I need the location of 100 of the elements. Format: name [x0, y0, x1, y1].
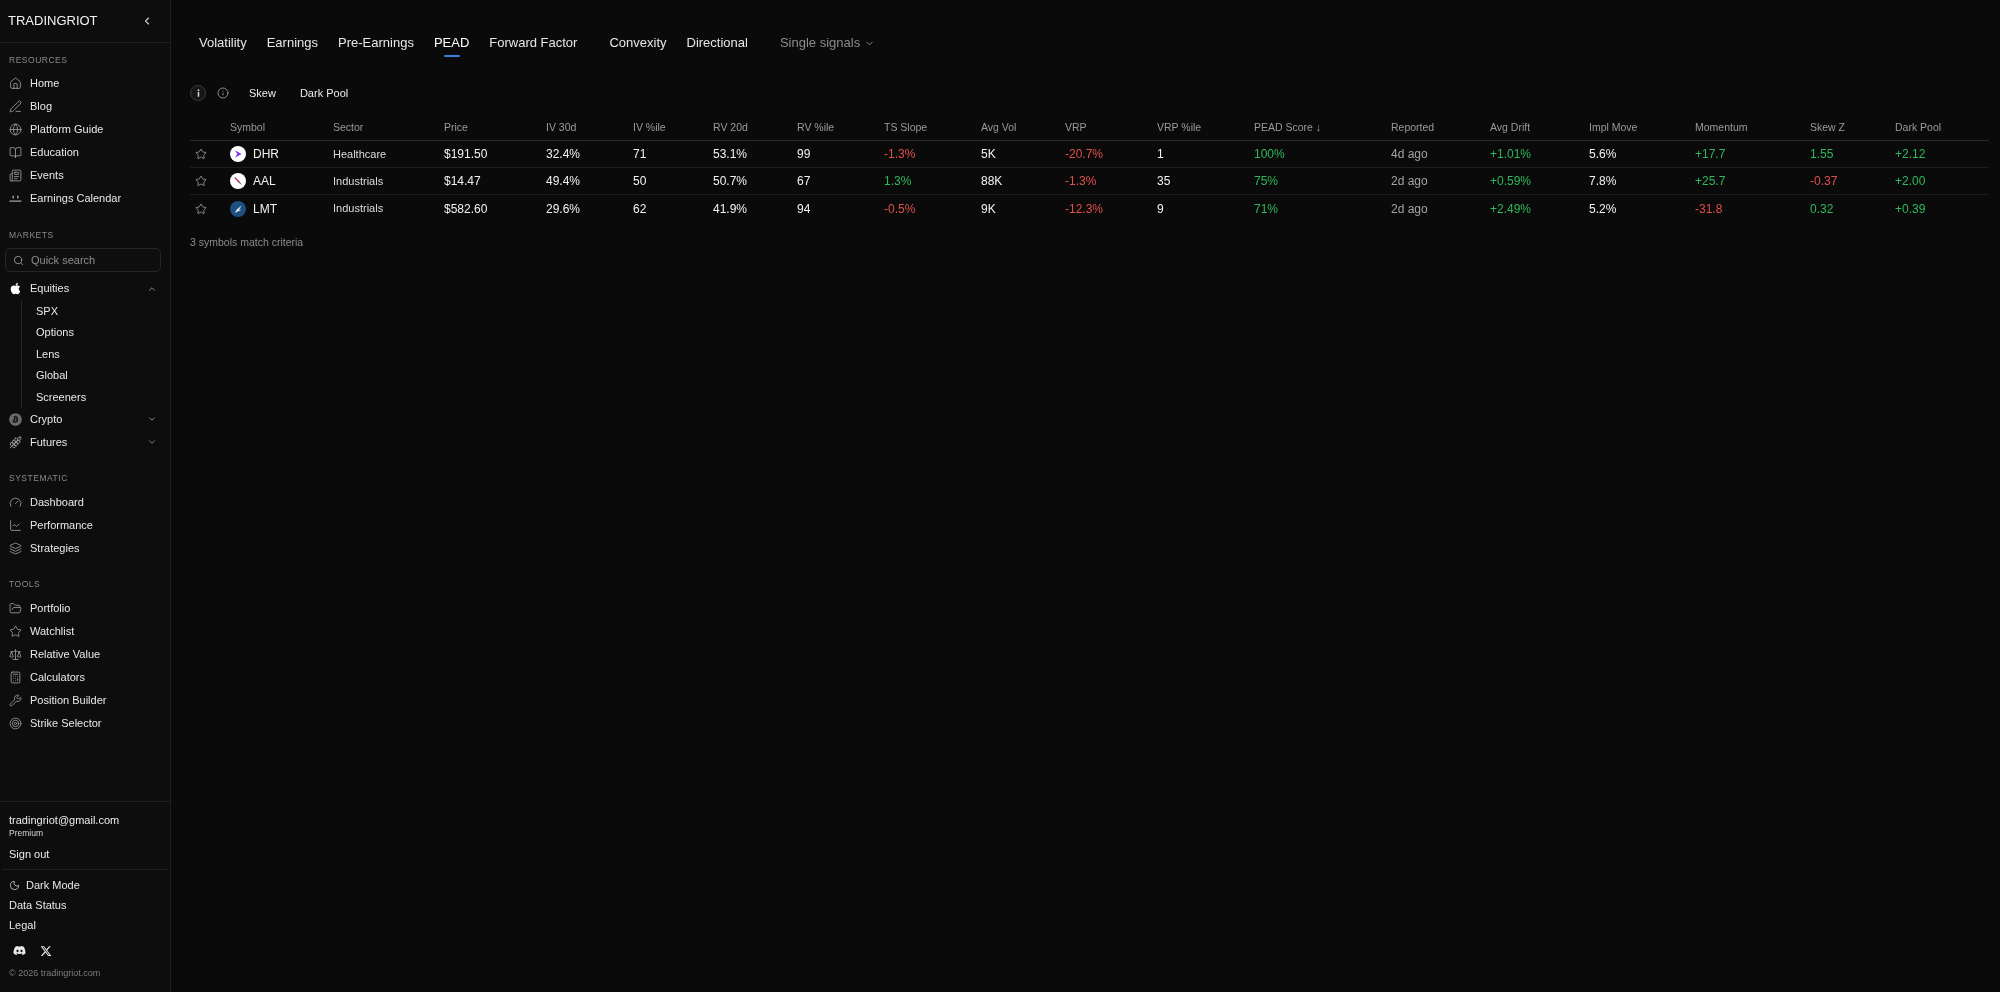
table-cell-text: +2.49% [1490, 200, 1533, 218]
table-cell-text: -12.3% [1065, 200, 1105, 218]
sidebar-item[interactable]: Portfolio [0, 596, 170, 620]
section-heading: TOOLS [9, 578, 41, 591]
sidebar-item[interactable]: Crypto [0, 407, 170, 431]
table-cell-text: 1.3% [884, 173, 913, 190]
sidebar-item[interactable]: Strike Selector [0, 711, 170, 735]
sidebar-item[interactable]: Position Builder [0, 688, 170, 712]
sidebar-item[interactable]: Blog [0, 95, 170, 118]
table-cell-text: +17.7 [1695, 146, 1727, 163]
sidebar-item[interactable]: Events [0, 164, 170, 187]
star-icon[interactable] [195, 148, 207, 160]
plan-label: Premium [9, 827, 44, 839]
sidebar-item[interactable]: Earnings Calendar [0, 187, 170, 210]
table-cell-text: 29.6% [546, 200, 582, 218]
column-header[interactable]: Avg Drift [1490, 119, 1589, 136]
table-cell-text: 5K [981, 146, 997, 163]
footer-link[interactable]: Legal [9, 915, 36, 935]
sidebar-item[interactable]: Strategies [0, 536, 170, 560]
table-cell-text: 99 [797, 146, 812, 163]
table-cell-text: 1 [1157, 146, 1165, 163]
ticker-symbol[interactable]: LMT [253, 199, 277, 218]
column-header[interactable]: VRP [1065, 119, 1157, 136]
apple-icon [9, 282, 22, 295]
table-cell-text: 1.55 [1810, 146, 1835, 163]
tab[interactable]: Volatility [199, 35, 247, 57]
sidebar-subitem[interactable]: Screeners [22, 386, 170, 408]
house-icon [9, 77, 22, 90]
column-header[interactable]: IV %ile [633, 119, 713, 136]
ticker-symbol[interactable]: AAL [253, 172, 276, 190]
table-cell-text: 41.9% [713, 200, 749, 218]
table-cell-text: 5.2% [1589, 200, 1618, 218]
table-cell-text: 2d ago [1391, 200, 1429, 218]
sidebar-subitem[interactable]: Global [22, 364, 170, 386]
column-header[interactable]: Skew Z [1810, 119, 1895, 136]
filter-button[interactable]: Dark Pool [287, 83, 361, 103]
info-button[interactable] [190, 85, 206, 101]
column-header[interactable]: Dark Pool [1895, 119, 1989, 136]
star-icon[interactable] [195, 175, 207, 187]
sidebar-item[interactable]: Equities [0, 277, 170, 300]
account-email: tradingriot@gmail.com [9, 813, 121, 827]
footer-link[interactable]: Dark Mode [9, 875, 80, 895]
search-field[interactable]: Quick search [5, 248, 161, 272]
sidebar-item[interactable]: Calculators [0, 665, 170, 689]
table-cell-text: -31.8 [1695, 200, 1724, 218]
table-cell-text: 32.4% [546, 146, 582, 163]
column-header[interactable]: Reported [1391, 119, 1490, 136]
sign-out-link[interactable]: Sign out [9, 846, 50, 862]
table-cell-text: 50.7% [713, 173, 749, 190]
discord-icon[interactable] [13, 944, 26, 957]
table-cell-text: $14.47 [444, 173, 482, 190]
table-cell-text: 71 [633, 146, 648, 163]
folder-icon [9, 601, 22, 615]
result-count-note: 3 symbols match criteria [190, 235, 305, 249]
column-header[interactable]: VRP %ile [1157, 119, 1254, 136]
tab[interactable]: Pre-Earnings [338, 35, 414, 57]
sidebar-subitem[interactable]: Lens [22, 343, 170, 365]
table-cell-text: +2.00 [1895, 173, 1927, 190]
column-header[interactable]: Symbol [230, 119, 333, 136]
filter-button[interactable]: Skew [237, 83, 288, 103]
tab[interactable]: Forward Factor [489, 35, 578, 57]
column-header[interactable]: RV %ile [797, 119, 884, 136]
column-header[interactable]: RV 20d [713, 119, 797, 136]
column-header[interactable]: Momentum [1695, 119, 1810, 136]
column-header[interactable]: TS Slope [884, 119, 981, 136]
logo-icon [230, 146, 246, 162]
table-cell-text: 50 [633, 173, 648, 190]
table-cell-text: 75% [1254, 173, 1280, 190]
sidebar-item[interactable]: Performance [0, 513, 170, 537]
sidebar-item[interactable]: Dashboard [0, 490, 170, 514]
ticks-line-icon [9, 195, 22, 202]
sidebar-item[interactable]: Futures [0, 430, 170, 454]
moon-icon [9, 879, 20, 891]
sidebar-item[interactable]: Education [0, 141, 170, 164]
column-header[interactable]: PEAD Score ↓ [1254, 119, 1391, 136]
x-logo-icon[interactable] [40, 944, 52, 957]
logo-icon [230, 173, 246, 189]
table-cell-text: +0.59% [1490, 173, 1533, 190]
sidebar-subitem[interactable]: SPX [22, 300, 170, 322]
column-header[interactable]: IV 30d [546, 119, 633, 136]
ticker-symbol[interactable]: DHR [253, 145, 279, 163]
column-header[interactable]: Sector [333, 119, 444, 136]
wheat-icon [9, 435, 22, 449]
sidebar-subitem[interactable]: Options [22, 321, 170, 343]
tab[interactable]: Directional [686, 35, 748, 57]
footer-link[interactable]: Data Status [9, 895, 67, 915]
star-icon[interactable] [195, 202, 207, 215]
tab[interactable]: Convexity [609, 35, 667, 57]
tab[interactable]: PEAD [433, 35, 470, 57]
info-icon[interactable] [217, 87, 229, 99]
sidebar-item[interactable]: Relative Value [0, 642, 170, 666]
table-cell-text: 35 [1157, 173, 1172, 190]
sidebar-item[interactable]: Platform Guide [0, 118, 170, 141]
sidebar-item[interactable]: Home [0, 72, 170, 95]
column-header[interactable]: Avg Vol [981, 119, 1065, 136]
tab[interactable]: Earnings [266, 35, 318, 57]
column-header[interactable]: Price [444, 119, 546, 136]
column-header[interactable]: Impl Move [1589, 119, 1695, 136]
sidebar-item[interactable]: Watchlist [0, 619, 170, 643]
signals-dropdown[interactable]: Single signals [779, 35, 876, 51]
